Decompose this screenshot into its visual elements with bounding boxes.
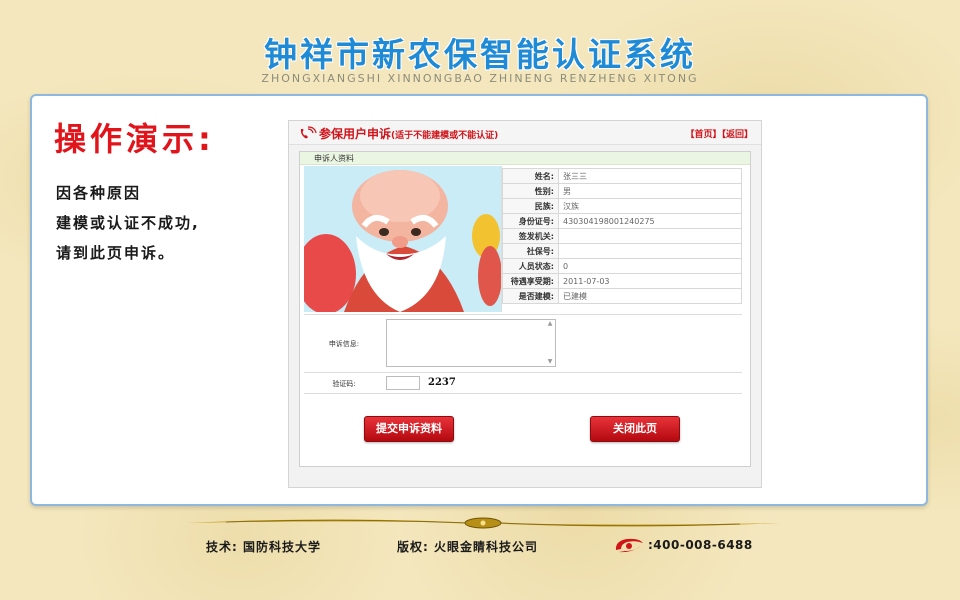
field-label: 是否建模:: [502, 288, 559, 304]
main-panel: 操作演示: 因各种原因 建模或认证不成功, 请到此页申诉。 参保用户申诉(适于不…: [30, 94, 928, 506]
submit-appeal-button[interactable]: 提交申诉资料: [364, 416, 454, 442]
field-value: 汉族: [558, 198, 742, 214]
captcha-input[interactable]: [386, 376, 420, 390]
table-row: 姓名: 张三三: [502, 168, 742, 184]
table-row: 身份证号: 430304198001240275: [502, 213, 742, 229]
screenshot-nav-links: 【首页】【返回】: [685, 127, 753, 140]
demo-line: 建模或认证不成功,: [56, 214, 200, 232]
footer: 技术: 国防科技大学 版权: 火眼金睛科技公司 :400-008-6488: [0, 538, 960, 558]
elder-portrait-image: [304, 166, 501, 312]
field-label: 姓名:: [502, 168, 559, 184]
field-label: 身份证号:: [502, 213, 559, 229]
table-row: 签发机关:: [502, 228, 742, 244]
demo-line: 因各种原因: [56, 184, 142, 202]
demo-screenshot: 参保用户申诉(适于不能建模或不能认证) 【首页】【返回】 申诉人资料 姓名: 张…: [288, 120, 762, 488]
demo-title: 操作演示:: [54, 120, 215, 158]
captcha-code: 2237: [428, 377, 456, 388]
scroll-down-arrow-icon[interactable]: ▼: [545, 358, 555, 366]
field-value: 430304198001240275: [558, 213, 742, 229]
demo-line: 请到此页申诉。: [56, 244, 176, 262]
captcha-label: 验证码:: [332, 380, 356, 388]
screenshot-title: 参保用户申诉(适于不能建模或不能认证): [319, 125, 498, 142]
field-label: 社保号:: [502, 243, 559, 259]
applicant-photo: [304, 166, 502, 312]
footer-copyright: 版权: 火眼金睛科技公司: [397, 540, 538, 554]
field-value: 男: [558, 183, 742, 199]
field-value: [558, 228, 742, 244]
appeal-form: 申诉人资料 姓名: 张三三 性别: 男 民族: 汉族 身份证号: 4303041…: [299, 151, 751, 467]
field-value: 已建模: [558, 288, 742, 304]
header: 钟祥市新农保智能认证系统 ZHONGXIANGSHI XINNONGBAO ZH…: [0, 0, 960, 92]
close-page-button[interactable]: 关闭此页: [590, 416, 680, 442]
appeal-label: 申诉信息:: [328, 340, 360, 348]
table-row: 人员状态: 0: [502, 258, 742, 274]
field-value: [558, 243, 742, 259]
field-label: 性别:: [502, 183, 559, 199]
table-row: 民族: 汉族: [502, 198, 742, 214]
home-link[interactable]: 【首页】: [685, 130, 721, 140]
appeal-textarea[interactable]: [386, 319, 556, 367]
company-logo-icon: [615, 538, 643, 553]
demo-description: 因各种原因 建模或认证不成功, 请到此页申诉。: [56, 178, 276, 268]
field-value: 2011-07-03: [558, 273, 742, 289]
table-row: 社保号:: [502, 243, 742, 259]
field-value: 0: [558, 258, 742, 274]
captcha-row: 验证码: 2237: [304, 372, 742, 394]
screenshot-title-note: (适于不能建模或不能认证): [391, 131, 499, 141]
field-label: 签发机关:: [502, 228, 559, 244]
field-label: 人员状态:: [502, 258, 559, 274]
table-row: 性别: 男: [502, 183, 742, 199]
table-row: 待遇享受期: 2011-07-03: [502, 273, 742, 289]
decorative-divider: [186, 517, 780, 529]
field-label: 待遇享受期:: [502, 273, 559, 289]
applicant-info-table: 姓名: 张三三 性别: 男 民族: 汉族 身份证号: 43030419800124027…: [502, 168, 742, 304]
table-row: 是否建模: 已建模: [502, 288, 742, 304]
screenshot-title-text: 参保用户申诉: [319, 127, 392, 141]
footer-phone: :400-008-6488: [648, 538, 753, 552]
site-title: 钟祥市新农保智能认证系统: [264, 35, 696, 74]
screenshot-header: 参保用户申诉(适于不能建模或不能认证) 【首页】【返回】: [289, 121, 761, 145]
section-label: 申诉人资料: [300, 152, 750, 165]
site-subtitle: ZHONGXIANGSHI XINNONGBAO ZHINENG RENZHEN…: [261, 72, 699, 85]
phone-icon: [300, 126, 317, 139]
footer-tech: 技术: 国防科技大学: [206, 540, 321, 554]
field-value: 张三三: [558, 168, 742, 184]
scroll-up-arrow-icon[interactable]: ▲: [545, 320, 555, 328]
field-label: 民族:: [502, 198, 559, 214]
back-link[interactable]: 【返回】: [721, 130, 753, 140]
appeal-row: 申诉信息: ▲ ▼: [304, 314, 742, 370]
